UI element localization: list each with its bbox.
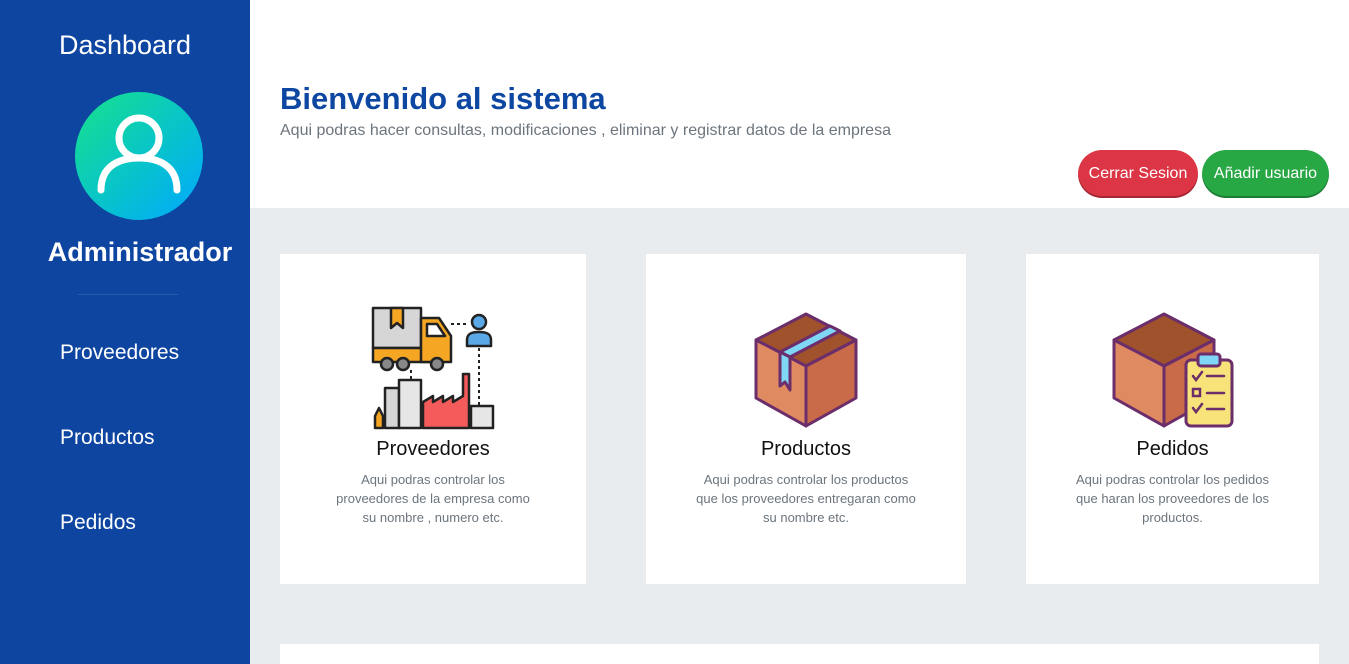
sidebar-title: Dashboard [58, 30, 192, 60]
sidebar-item-pedidos[interactable]: Pedidos [60, 511, 136, 535]
card-title: Proveedores [376, 438, 490, 460]
card-description: Aqui podras controlar los pedidos que ha… [1076, 472, 1269, 525]
logout-button[interactable]: Cerrar Sesion [1078, 150, 1198, 198]
sidebar-item-proveedores[interactable]: Proveedores [60, 341, 179, 365]
sidebar: Dashboard Administrador Proveedores Prod… [0, 0, 250, 664]
add-user-button[interactable]: Añadir usuario [1202, 150, 1329, 198]
box-icon [754, 312, 858, 428]
user-icon [97, 114, 181, 194]
bottom-card [280, 644, 1319, 664]
supplier-truck-factory-icon [371, 306, 495, 430]
card-pedidos[interactable]: Pedidos Aqui podras controlar los pedido… [1026, 254, 1319, 584]
card-productos[interactable]: Productos Aqui podras controlar los prod… [646, 254, 966, 584]
user-role: Administrador [47, 237, 233, 267]
page-title: Bienvenido al sistema [280, 81, 606, 116]
card-description: Aqui podras controlar los proveedores de… [336, 472, 530, 525]
card-proveedores[interactable]: Proveedores Aqui podras controlar los pr… [280, 254, 586, 584]
header: Bienvenido al sistema Aqui podras hacer … [250, 0, 1349, 208]
card-title: Pedidos [1136, 438, 1209, 460]
box-clipboard-icon [1112, 312, 1234, 428]
card-description: Aqui podras controlar los productos que … [696, 472, 916, 525]
sidebar-item-productos[interactable]: Productos [60, 426, 155, 450]
card-title: Productos [760, 438, 852, 460]
page-subtitle: Aqui podras hacer consultas, modificacio… [280, 122, 891, 139]
sidebar-divider [78, 294, 178, 295]
avatar [75, 92, 203, 220]
